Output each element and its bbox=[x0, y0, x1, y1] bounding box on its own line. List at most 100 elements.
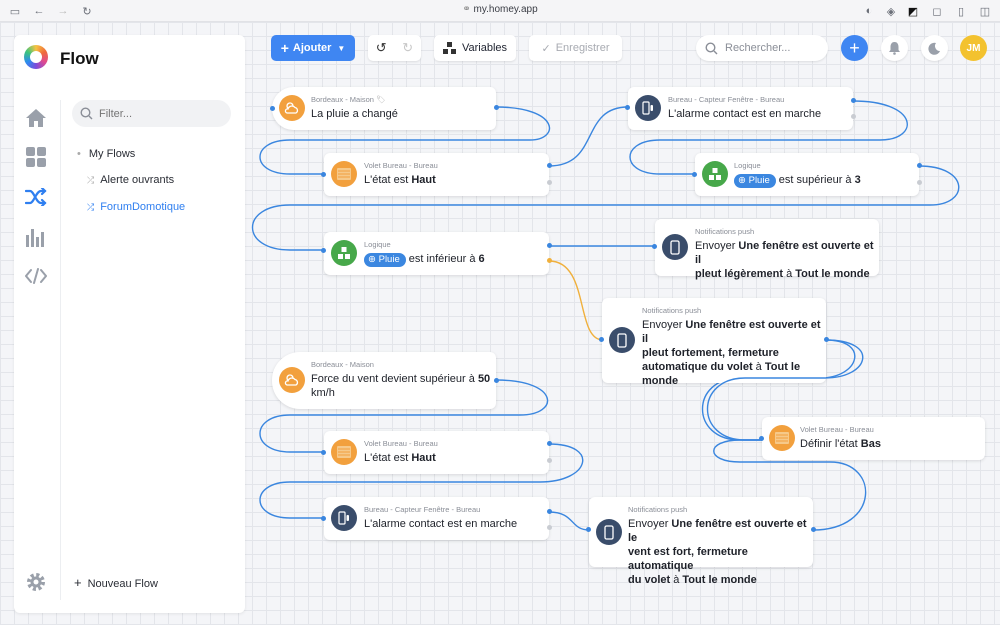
save-button[interactable]: ✓ Enregistrer bbox=[529, 35, 622, 61]
flow-card-volet-etat-haut-2[interactable]: Volet Bureau - Bureau L'état est Haut bbox=[324, 431, 549, 474]
card12-input-dot[interactable] bbox=[586, 527, 591, 532]
card5-false-dot[interactable] bbox=[547, 258, 552, 263]
variable-icon: ⊕ bbox=[368, 254, 376, 265]
home-icon[interactable] bbox=[24, 106, 48, 130]
card-text: Définir l'état Bas bbox=[800, 437, 881, 451]
text-message-3: du volet bbox=[628, 574, 671, 586]
text-message-2: vent est fort, fermeture automatique bbox=[628, 546, 748, 572]
tree-item-alerte-ouvrants[interactable]: ⤮ Alerte ouvrants bbox=[87, 174, 174, 186]
code-icon[interactable] bbox=[24, 264, 48, 288]
insights-chart-icon[interactable] bbox=[24, 225, 48, 249]
new-flow-button[interactable]: + Nouveau Flow bbox=[74, 575, 158, 590]
wire-c11-c12 bbox=[548, 511, 590, 531]
flow-card-push-wind-strong[interactable]: Notifications push Envoyer Une fenêtre e… bbox=[589, 497, 813, 586]
flow-card-volet-etat-haut[interactable]: Volet Bureau - Bureau L'état est Haut bbox=[324, 153, 549, 196]
flow-card-set-blinds-down[interactable]: Volet Bureau - Bureau Définir l'état Bas bbox=[762, 417, 985, 460]
devices-grid-icon[interactable] bbox=[24, 145, 48, 169]
plus-icon: + bbox=[280, 40, 289, 56]
card-subtitle: Logique bbox=[734, 161, 761, 170]
text-recipient-2: monde bbox=[642, 375, 679, 387]
flow-card-contact-alarm[interactable]: Bureau - Capteur Fenêtre - Bureau L'alar… bbox=[628, 87, 853, 130]
card-subtitle: Notifications push bbox=[628, 505, 688, 514]
card12-output-dot[interactable] bbox=[811, 527, 816, 532]
card-subtitle: Bureau - Capteur Fenêtre - Bureau bbox=[364, 505, 481, 514]
flow-card-logic-less[interactable]: Logique ⊕ Pluie est inférieur à 6 bbox=[324, 232, 549, 275]
card-subtitle: Volet Bureau - Bureau bbox=[364, 439, 438, 448]
flows-shuffle-icon[interactable] bbox=[24, 185, 48, 209]
variable-pill[interactable]: ⊕ Pluie bbox=[364, 253, 406, 267]
card11-true-dot[interactable] bbox=[547, 509, 552, 514]
card11-input-dot[interactable] bbox=[321, 516, 326, 521]
output-dot[interactable] bbox=[270, 106, 275, 111]
card8-output-dot[interactable] bbox=[494, 378, 499, 383]
add-circle-button[interactable]: + bbox=[841, 35, 868, 61]
card3-input-dot[interactable] bbox=[625, 105, 630, 110]
search-placeholder: Rechercher... bbox=[725, 42, 791, 54]
redo-icon[interactable]: ↻ bbox=[402, 40, 413, 56]
card-text: Envoyer Une fenêtre est ouverte et il ple… bbox=[642, 318, 822, 388]
text-value: 50 bbox=[477, 373, 491, 385]
card-text: L'alarme contact est en marche bbox=[364, 518, 518, 530]
card10-true-dot[interactable] bbox=[547, 441, 552, 446]
variable-pill[interactable]: ⊕ Pluie bbox=[734, 174, 776, 188]
card3-false-dot[interactable] bbox=[851, 114, 856, 119]
card6-input-dot[interactable] bbox=[652, 244, 657, 249]
window-sensor-icon bbox=[635, 95, 661, 121]
check-icon: ✓ bbox=[541, 42, 551, 55]
undo-icon[interactable]: ↺ bbox=[376, 40, 387, 56]
tag-icon: 🏷 bbox=[376, 95, 386, 104]
text-recipient: Tout le monde bbox=[795, 268, 870, 280]
card5-true-dot[interactable] bbox=[547, 243, 552, 248]
card4-false-dot[interactable] bbox=[917, 180, 922, 185]
card7-input-dot[interactable] bbox=[599, 337, 604, 342]
filter-input[interactable] bbox=[99, 107, 219, 120]
card4-input-dot[interactable] bbox=[692, 172, 697, 177]
bullet-icon: • bbox=[77, 148, 81, 160]
card9-input-dot[interactable] bbox=[759, 436, 764, 441]
add-button[interactable]: + Ajouter ▼ bbox=[271, 35, 355, 61]
moon-icon bbox=[928, 42, 940, 55]
weather-cloud-icon bbox=[279, 367, 305, 393]
flow-card-push-rain-light[interactable]: Notifications push Envoyer Une fenêtre e… bbox=[655, 219, 879, 280]
flow-card-push-rain-heavy[interactable]: Notifications push Envoyer Une fenêtre e… bbox=[602, 298, 826, 387]
card5-input-dot[interactable] bbox=[321, 248, 326, 253]
window-sensor-icon bbox=[331, 505, 357, 531]
flow-card-logic-greater[interactable]: Logique ⊕ Pluie est supérieur à 3 bbox=[695, 153, 919, 196]
card10-input-dot[interactable] bbox=[321, 450, 326, 455]
user-avatar[interactable]: JM bbox=[960, 35, 987, 61]
card2-false-dot[interactable] bbox=[547, 180, 552, 185]
card2-true-dot[interactable] bbox=[547, 163, 552, 168]
flow-card-rain-changed[interactable]: Bordeaux - Maison 🏷 La pluie a changé bbox=[270, 87, 496, 130]
search-field[interactable]: Rechercher... bbox=[696, 35, 828, 61]
add-label: Ajouter bbox=[292, 42, 332, 54]
card-subtitle: Volet Bureau - Bureau bbox=[364, 161, 438, 170]
variables-button[interactable]: Variables bbox=[434, 35, 516, 61]
flow-card-contact-alarm-2[interactable]: Bureau - Capteur Fenêtre - Bureau L'alar… bbox=[324, 497, 549, 540]
variable-pill-label: Pluie bbox=[378, 254, 400, 265]
undo-redo-group: ↺ ↻ bbox=[368, 35, 421, 61]
dark-mode-button[interactable] bbox=[921, 35, 948, 61]
card2-input-dot[interactable] bbox=[321, 172, 326, 177]
tree-item-forumdomotique[interactable]: ⤮ ForumDomotique bbox=[87, 201, 185, 213]
card1-output-dot[interactable] bbox=[494, 105, 499, 110]
filter-field[interactable] bbox=[72, 100, 231, 127]
tree-root-label: My Flows bbox=[88, 148, 136, 160]
card4-true-dot[interactable] bbox=[917, 163, 922, 168]
settings-gear-icon[interactable] bbox=[24, 570, 48, 594]
phone-icon bbox=[596, 519, 622, 545]
tree-root[interactable]: • My Flows bbox=[77, 148, 135, 160]
card7-output-dot[interactable] bbox=[824, 337, 829, 342]
card3-true-dot[interactable] bbox=[851, 98, 856, 103]
card11-false-dot[interactable] bbox=[547, 525, 552, 530]
notifications-button[interactable] bbox=[881, 35, 908, 61]
card-text: Envoyer Une fenêtre est ouverte et il ple… bbox=[695, 239, 875, 281]
card-text: Force du vent devient supérieur à 50 km/h bbox=[311, 372, 491, 400]
card-text-value: Bas bbox=[860, 438, 881, 450]
card-text-value: 3 bbox=[854, 174, 861, 186]
card10-false-dot[interactable] bbox=[547, 458, 552, 463]
text-to: à bbox=[670, 574, 683, 586]
variable-pill-label: Pluie bbox=[748, 175, 770, 186]
flow-card-wind-force[interactable]: Bordeaux - Maison Force du vent devient … bbox=[272, 352, 496, 409]
logic-blocks-icon bbox=[331, 240, 357, 266]
tree-item-label: ForumDomotique bbox=[100, 201, 186, 213]
